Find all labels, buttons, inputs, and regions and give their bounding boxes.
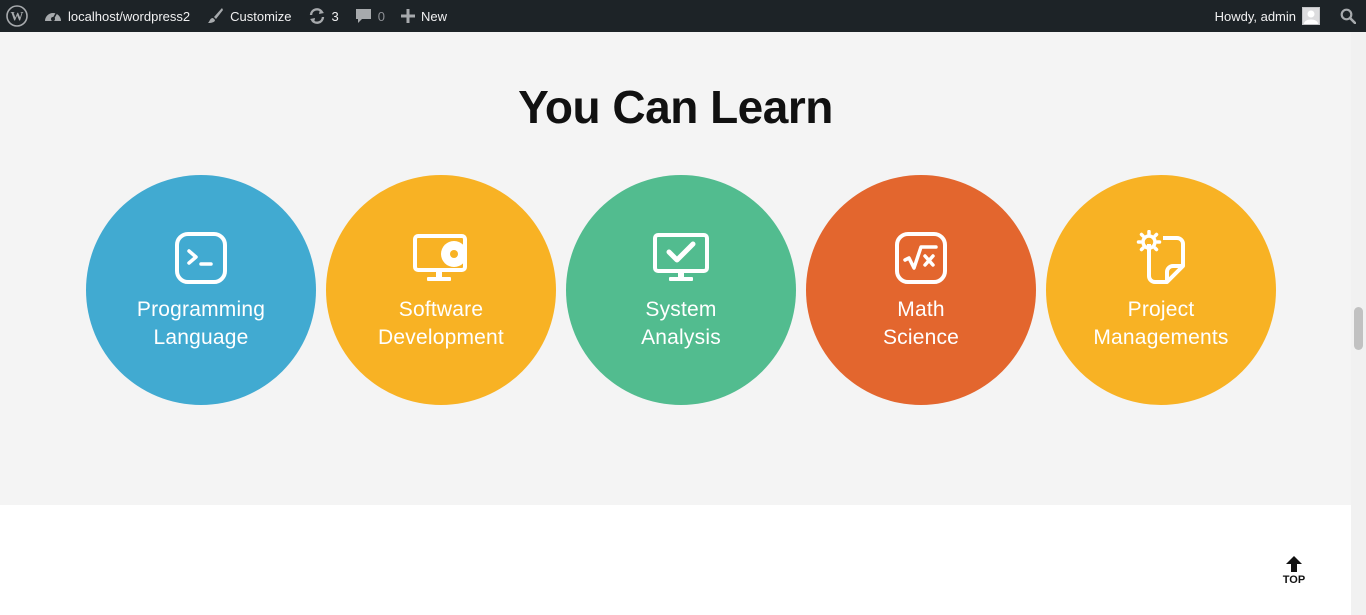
category-label: Programming Language	[137, 296, 265, 352]
updates-count: 3	[331, 8, 339, 24]
category-label: Project Managements	[1093, 296, 1228, 352]
plus-icon	[401, 9, 416, 23]
svg-text:W: W	[11, 9, 24, 24]
wp-admin-bar: W localhost/wordpress2 Customize 3 0 New…	[0, 0, 1366, 32]
category-math-science[interactable]: Math Science	[806, 175, 1036, 405]
updates-link[interactable]: 3	[300, 0, 347, 32]
search-button[interactable]	[1328, 0, 1366, 32]
comments-link[interactable]: 0	[347, 0, 393, 32]
site-name-link[interactable]: localhost/wordpress2	[36, 0, 198, 32]
my-account-link[interactable]: Howdy, admin	[1207, 0, 1328, 32]
label-line-1: Software	[398, 298, 484, 321]
arrow-up-icon	[1286, 556, 1302, 572]
howdy-label: Howdy, admin	[1214, 8, 1296, 24]
back-to-top-button[interactable]: TOP	[1279, 555, 1309, 589]
label-line-1: System	[645, 298, 717, 321]
square-root-icon	[891, 230, 951, 286]
wordpress-logo-icon: W	[6, 5, 28, 27]
page-content: You Can Learn Programming Language Softw…	[0, 32, 1351, 615]
category-software-development[interactable]: Software Development	[326, 175, 556, 405]
gear-note-icon	[1131, 230, 1191, 286]
customize-link[interactable]: Customize	[198, 0, 299, 32]
category-system-analysis[interactable]: System Analysis	[566, 175, 796, 405]
updates-refresh-icon	[309, 8, 324, 24]
dashboard-gauge-icon	[45, 12, 61, 21]
comments-count: 0	[377, 8, 386, 24]
new-label: New	[421, 8, 448, 24]
category-project-managements[interactable]: Project Managements	[1046, 175, 1276, 405]
label-line-1: Math	[897, 298, 945, 321]
new-content-link[interactable]: New	[393, 0, 455, 32]
scrollbar-thumb[interactable]	[1354, 307, 1363, 350]
course-categories: Programming Language Software Developmen…	[86, 175, 1276, 405]
label-line-2: Language	[153, 326, 249, 349]
category-label: Software Development	[378, 296, 504, 352]
comment-bubble-icon	[355, 9, 371, 23]
paintbrush-icon	[208, 8, 224, 23]
user-silhouette-icon	[1304, 10, 1318, 24]
monitor-disc-icon	[411, 230, 471, 286]
customize-label: Customize	[230, 8, 292, 24]
label-line-2: Science	[882, 326, 960, 349]
label-line-1: Project	[1127, 298, 1195, 321]
label-line-2: Analysis	[641, 326, 721, 349]
label-line-1: Programming	[136, 298, 266, 321]
site-name-label: localhost/wordpress2	[68, 8, 191, 24]
search-icon	[1340, 8, 1356, 24]
wordpress-logo-button[interactable]: W	[0, 0, 36, 32]
category-programming-language[interactable]: Programming Language	[86, 175, 316, 405]
page-scrollbar[interactable]	[1351, 32, 1366, 615]
monitor-check-icon	[651, 230, 711, 286]
label-line-2: Managements	[1093, 326, 1229, 349]
you-can-learn-section: You Can Learn Programming Language Softw…	[0, 32, 1351, 505]
category-label: Math Science	[883, 296, 959, 352]
back-to-top-label: TOP	[1282, 574, 1306, 586]
category-label: System Analysis	[641, 296, 721, 352]
avatar	[1302, 7, 1320, 25]
section-title: You Can Learn	[518, 81, 833, 133]
terminal-icon	[171, 230, 231, 286]
label-line-2: Development	[378, 326, 504, 349]
